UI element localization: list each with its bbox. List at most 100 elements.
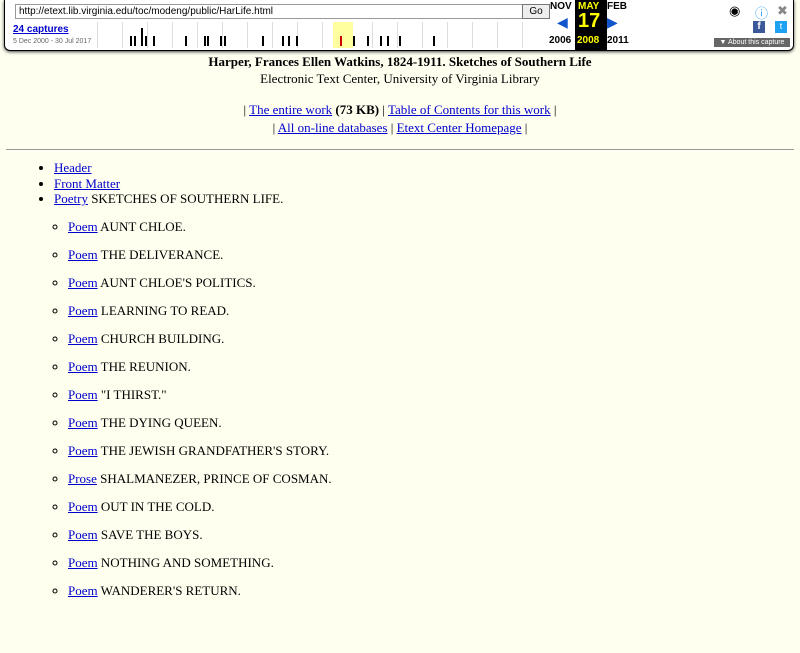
list-item: Poem THE DYING QUEEN. (68, 415, 800, 431)
list-item: Poem AUNT CHLOE. (68, 219, 800, 235)
capture-bar[interactable] (433, 36, 435, 46)
poetry-title: SKETCHES OF SOUTHERN LIFE. (91, 191, 283, 206)
close-icon[interactable]: ✖ (777, 3, 788, 19)
front-matter-link[interactable]: Front Matter (54, 176, 120, 191)
url-input[interactable]: http://etext.lib.virginia.edu/toc/modeng… (15, 4, 523, 19)
capture-bar[interactable] (130, 36, 132, 46)
year-column[interactable] (522, 22, 523, 48)
item-title: THE JEWISH GRANDFATHER'S STORY. (101, 443, 329, 458)
item-type-link[interactable]: Poem (68, 415, 98, 430)
year-column[interactable] (472, 22, 473, 48)
current-year-highlight (333, 22, 353, 48)
item-type-link[interactable]: Poem (68, 443, 98, 458)
homepage-link[interactable]: Etext Center Homepage (397, 120, 522, 135)
item-type-link[interactable]: Poem (68, 387, 98, 402)
item-title: THE DYING QUEEN. (101, 415, 222, 430)
capture-bar[interactable] (145, 36, 147, 46)
item-type-link[interactable]: Poem (68, 303, 98, 318)
capture-bar[interactable] (204, 36, 206, 46)
capture-bar[interactable] (399, 36, 401, 46)
twitter-icon[interactable]: t (775, 21, 787, 33)
capture-bar[interactable] (367, 36, 369, 46)
item-type-link[interactable]: Poem (68, 555, 98, 570)
page-title: Harper, Frances Ellen Watkins, 1824-1911… (208, 54, 591, 69)
item-title: CHURCH BUILDING. (101, 331, 225, 346)
current-day: 17 (578, 10, 600, 33)
divider (6, 149, 794, 150)
year-column[interactable] (322, 22, 323, 48)
item-type-link[interactable]: Poem (68, 219, 98, 234)
item-type-link[interactable]: Poem (68, 583, 98, 598)
next-month[interactable]: FEB (607, 1, 627, 12)
poems-list: Poem AUNT CHLOE.Poem THE DELIVERANCE.Poe… (54, 219, 800, 599)
work-size: (73 KB) (335, 102, 379, 117)
year-column[interactable] (247, 22, 248, 48)
next-year[interactable]: 2011 (607, 35, 629, 46)
capture-bar[interactable] (262, 36, 264, 46)
list-item: Poem CHURCH BUILDING. (68, 331, 800, 347)
captures-link[interactable]: 24 captures (13, 24, 69, 35)
year-column[interactable] (222, 22, 223, 48)
toc-poetry: Poetry SKETCHES OF SOUTHERN LIFE. Poem A… (54, 191, 800, 598)
year-column[interactable] (422, 22, 423, 48)
item-title: THE REUNION. (101, 359, 191, 374)
facebook-icon[interactable]: f (753, 21, 765, 33)
help-icon[interactable]: ⓘ (755, 3, 768, 22)
year-column[interactable] (122, 22, 123, 48)
capture-bar[interactable] (224, 36, 226, 46)
databases-link[interactable]: All on-line databases (278, 120, 388, 135)
user-icon[interactable]: ◉ (729, 3, 740, 19)
capture-bar[interactable] (282, 36, 284, 46)
list-item: Poem NOTHING AND SOMETHING. (68, 555, 800, 571)
list-item: Poem AUNT CHLOE'S POLITICS. (68, 275, 800, 291)
toc-link[interactable]: Table of Contents for this work (388, 102, 551, 117)
item-type-link[interactable]: Poem (68, 247, 98, 262)
capture-bar[interactable] (387, 36, 389, 46)
item-type-link[interactable]: Poem (68, 499, 98, 514)
year-column[interactable] (497, 22, 498, 48)
item-type-link[interactable]: Prose (68, 471, 97, 486)
year-column[interactable] (272, 22, 273, 48)
item-type-link[interactable]: Poem (68, 527, 98, 542)
next-arrow-icon[interactable]: ▶ (607, 14, 618, 31)
year-column[interactable] (372, 22, 373, 48)
entire-work-link[interactable]: The entire work (249, 102, 332, 117)
go-button[interactable]: Go (522, 4, 550, 19)
year-column[interactable] (172, 22, 173, 48)
capture-bar[interactable] (141, 28, 143, 46)
capture-bar[interactable] (185, 36, 187, 46)
item-title: SHALMANEZER, PRINCE OF COSMAN. (100, 471, 332, 486)
capture-bar[interactable] (296, 36, 298, 46)
about-capture-button[interactable]: ▼ About this capture (714, 38, 790, 47)
item-type-link[interactable]: Poem (68, 331, 98, 346)
item-type-link[interactable]: Poem (68, 359, 98, 374)
current-capture-bar[interactable] (340, 36, 342, 46)
page-header: Harper, Frances Ellen Watkins, 1824-1911… (0, 53, 800, 87)
capture-bar[interactable] (207, 36, 209, 46)
item-type-link[interactable]: Poem (68, 275, 98, 290)
poetry-link[interactable]: Poetry (54, 191, 88, 206)
prev-month[interactable]: NOV (550, 1, 572, 12)
list-item: Poem THE DELIVERANCE. (68, 247, 800, 263)
current-year: 2008 (577, 35, 599, 46)
year-column[interactable] (97, 22, 98, 48)
year-column[interactable] (447, 22, 448, 48)
capture-bar[interactable] (134, 36, 136, 46)
list-item: Poem SAVE THE BOYS. (68, 527, 800, 543)
capture-bar[interactable] (380, 36, 382, 46)
list-item: Poem WANDERER'S RETURN. (68, 583, 800, 599)
capture-bar[interactable] (220, 36, 222, 46)
wayback-toolbar: http://etext.lib.virginia.edu/toc/modeng… (4, 0, 794, 51)
prev-arrow-icon[interactable]: ◀ (557, 14, 568, 31)
capture-bar[interactable] (153, 36, 155, 46)
year-column[interactable] (397, 22, 398, 48)
capture-sparkline[interactable] (97, 22, 547, 48)
header-link[interactable]: Header (54, 160, 92, 175)
prev-year[interactable]: 2006 (549, 35, 571, 46)
capture-bar[interactable] (353, 36, 355, 46)
item-title: AUNT CHLOE'S POLITICS. (100, 275, 256, 290)
year-column[interactable] (147, 22, 148, 48)
capture-bar[interactable] (288, 36, 290, 46)
year-column[interactable] (197, 22, 198, 48)
toc-list: Header Front Matter Poetry SKETCHES OF S… (0, 160, 800, 598)
